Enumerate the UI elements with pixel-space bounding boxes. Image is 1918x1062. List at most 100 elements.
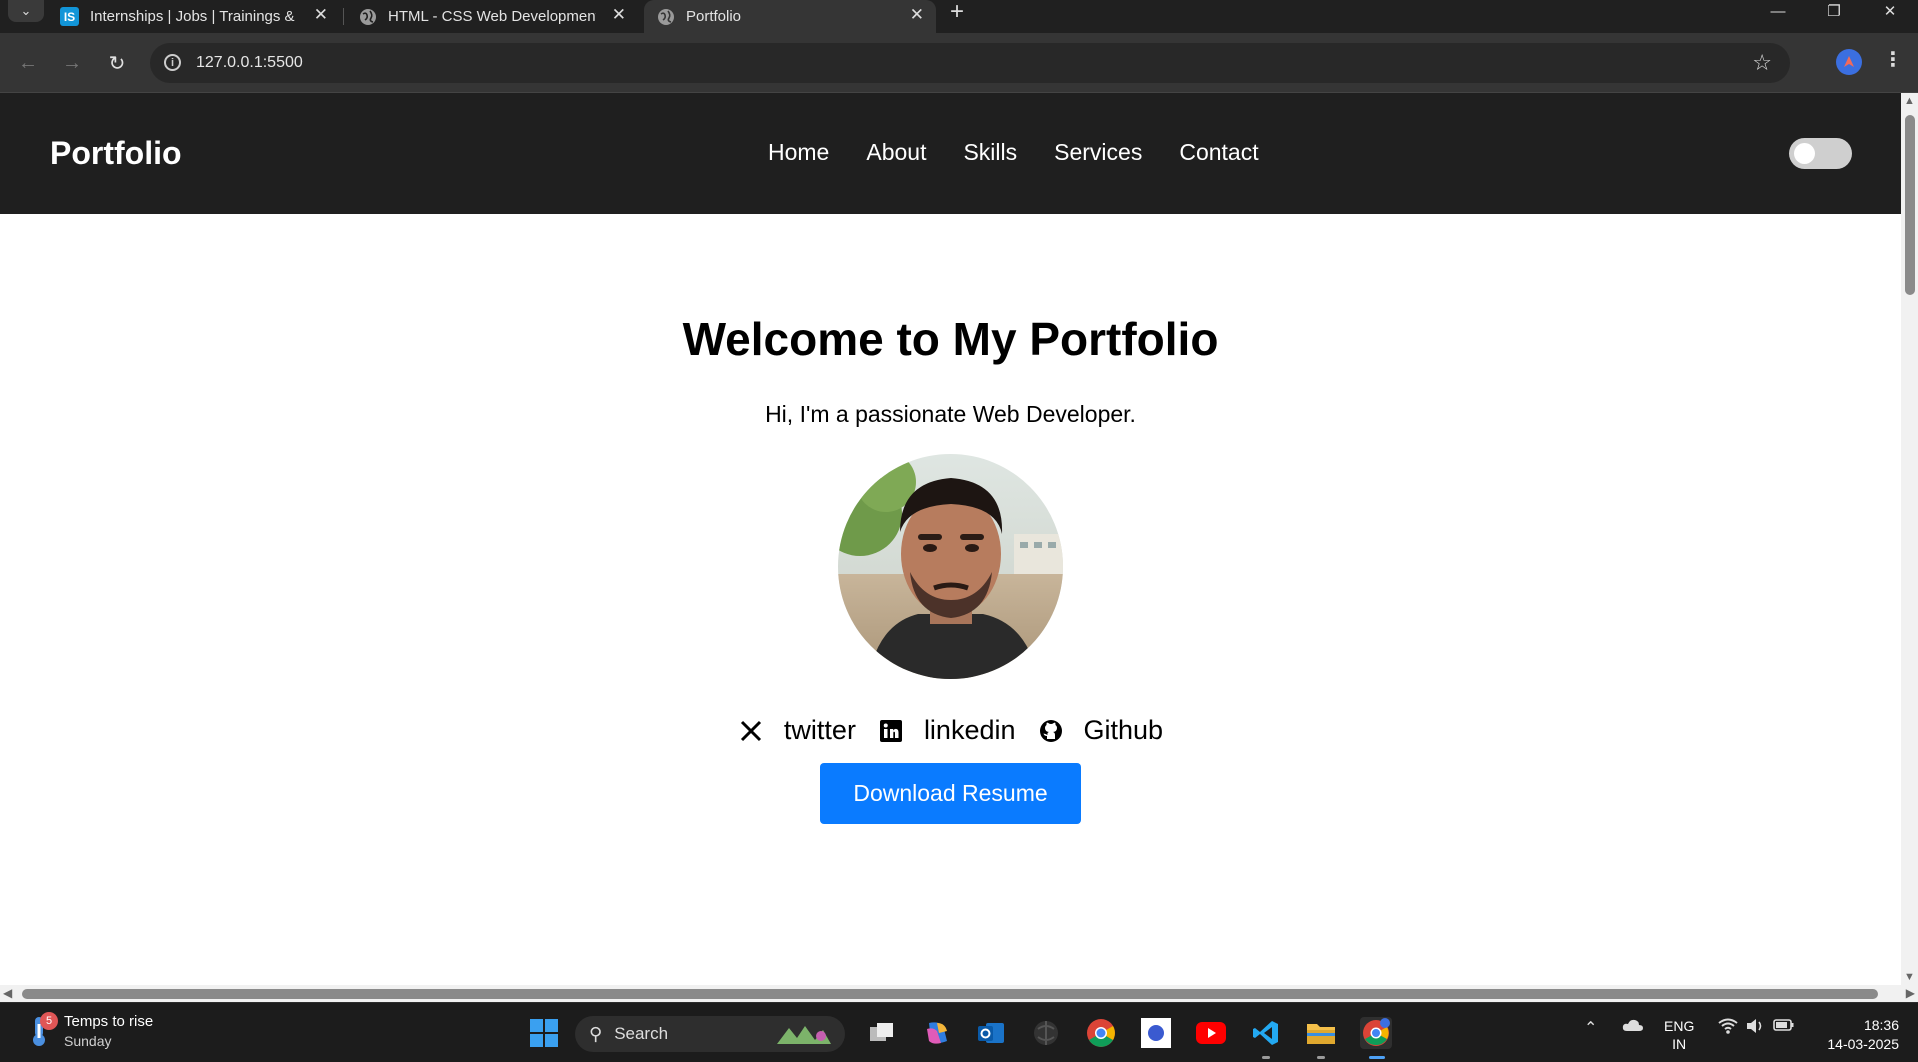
- bookmark-star-icon[interactable]: ☆: [1752, 50, 1772, 76]
- profile-icon: [1844, 56, 1854, 67]
- nav-skills[interactable]: Skills: [963, 139, 1017, 166]
- toggle-knob: [1794, 143, 1815, 164]
- scroll-right-icon[interactable]: ▶: [1906, 986, 1915, 1000]
- url-text[interactable]: 127.0.0.1:5500: [196, 54, 303, 72]
- browser-toolbar: ← → ↻ i 127.0.0.1:5500 ☆ ⋮: [0, 33, 1918, 93]
- nav-home[interactable]: Home: [768, 139, 829, 166]
- system-clock[interactable]: 18:36 14-03-2025: [1815, 1016, 1899, 1054]
- close-tab-icon[interactable]: ✕: [314, 5, 328, 25]
- globe-icon: [358, 7, 377, 26]
- site-logo[interactable]: Portfolio: [50, 135, 182, 172]
- scroll-down-icon[interactable]: ▼: [1904, 971, 1915, 983]
- scroll-thumb[interactable]: [22, 989, 1878, 999]
- address-bar[interactable]: i 127.0.0.1:5500 ☆: [150, 43, 1790, 83]
- copilot-icon[interactable]: [921, 1017, 953, 1049]
- language-line1: ENG: [1664, 1018, 1695, 1034]
- hero-subtitle: Hi, I'm a passionate Web Developer.: [765, 401, 1136, 427]
- nav-about[interactable]: About: [866, 139, 926, 166]
- youtube-icon[interactable]: [1195, 1017, 1227, 1049]
- clock-date: 14-03-2025: [1827, 1036, 1899, 1052]
- task-view-icon[interactable]: [866, 1017, 898, 1049]
- site-header: Portfolio Home About Skills Services Con…: [0, 93, 1901, 214]
- theme-toggle[interactable]: [1789, 138, 1852, 169]
- nav-services[interactable]: Services: [1054, 139, 1142, 166]
- weather-subtitle: Sunday: [64, 1033, 112, 1049]
- browser-tab-internshala[interactable]: IS Internships | Jobs | Trainings & I ✕: [48, 0, 340, 33]
- nav-contact[interactable]: Contact: [1179, 139, 1258, 166]
- github-label: Github: [1083, 715, 1164, 745]
- x-twitter-icon: [738, 718, 764, 744]
- forward-button[interactable]: →: [58, 49, 86, 77]
- search-placeholder: Search: [614, 1024, 669, 1043]
- language-line2: IN: [1672, 1036, 1687, 1052]
- volume-icon[interactable]: [1745, 1018, 1765, 1039]
- linkedin-icon: [878, 718, 904, 744]
- app-icon-white[interactable]: [1140, 1017, 1172, 1049]
- close-tab-icon[interactable]: ✕: [612, 5, 626, 25]
- browser-tab-portfolio[interactable]: Portfolio ✕: [644, 0, 936, 33]
- scroll-up-icon[interactable]: ▲: [1904, 95, 1915, 107]
- reload-button[interactable]: ↻: [103, 49, 131, 77]
- scroll-left-icon[interactable]: ◀: [3, 986, 12, 1000]
- restore-button[interactable]: ❐: [1806, 0, 1862, 22]
- profile-avatar[interactable]: [1836, 49, 1862, 75]
- search-highlight-icon: [775, 1022, 833, 1051]
- tab-separator: [343, 8, 344, 25]
- social-links: twitter linkedin Github: [0, 715, 1901, 746]
- scroll-thumb[interactable]: [1905, 115, 1915, 295]
- hero-title: Welcome to My Portfolio: [682, 313, 1219, 365]
- running-indicator: [1317, 1056, 1325, 1059]
- vertical-scrollbar[interactable]: ▲ ▼: [1901, 93, 1918, 985]
- vscode-icon[interactable]: [1250, 1017, 1282, 1049]
- chrome-icon[interactable]: [1085, 1017, 1117, 1049]
- battery-icon[interactable]: [1773, 1018, 1795, 1037]
- twitter-label: twitter: [783, 715, 856, 745]
- chevron-up-icon[interactable]: ⌃: [1584, 1018, 1597, 1038]
- github-link[interactable]: Github: [1038, 715, 1164, 746]
- taskbar-search[interactable]: ⚲ Search: [575, 1016, 845, 1052]
- running-indicator: [1262, 1056, 1270, 1059]
- site-nav: Home About Skills Services Contact: [768, 139, 1259, 166]
- page-viewport: Portfolio Home About Skills Services Con…: [0, 93, 1901, 985]
- internshala-icon: IS: [60, 7, 79, 26]
- new-tab-button[interactable]: +: [950, 0, 964, 26]
- browser-tab-html-css[interactable]: HTML - CSS Web Development ✕: [346, 0, 638, 33]
- thermometer-icon: 5: [24, 1012, 58, 1048]
- svg-text:IS: IS: [64, 10, 75, 24]
- tab-title: Portfolio: [686, 8, 742, 25]
- tab-search-button[interactable]: ⌄: [8, 0, 44, 22]
- globe-icon: [656, 7, 675, 26]
- windows-taskbar: 5 Temps to rise Sunday ⚲ Search ⌃ ENG IN…: [0, 1002, 1918, 1062]
- file-explorer-icon[interactable]: [1305, 1017, 1337, 1049]
- twitter-link[interactable]: twitter: [738, 715, 856, 746]
- back-button[interactable]: ←: [14, 49, 42, 77]
- chrome-profile-icon[interactable]: [1360, 1017, 1392, 1049]
- weather-badge: 5: [40, 1012, 58, 1030]
- site-info-icon[interactable]: i: [164, 54, 181, 71]
- close-tab-icon[interactable]: ✕: [910, 5, 924, 25]
- weather-title: Temps to rise: [64, 1013, 154, 1030]
- windows-start-icon[interactable]: [528, 1017, 560, 1049]
- clock-time: 18:36: [1863, 1017, 1899, 1033]
- wifi-icon[interactable]: [1718, 1018, 1738, 1039]
- download-resume-button[interactable]: Download Resume: [820, 763, 1081, 824]
- tab-strip: ⌄ IS Internships | Jobs | Trainings & I …: [0, 0, 1918, 33]
- profile-photo: [838, 454, 1063, 679]
- active-indicator: [1369, 1056, 1385, 1059]
- outlook-icon[interactable]: [975, 1017, 1007, 1049]
- minimize-button[interactable]: —: [1750, 0, 1806, 22]
- chevron-down-icon: ⌄: [20, 3, 32, 18]
- github-icon: [1038, 718, 1064, 744]
- horizontal-scrollbar[interactable]: ◀ ▶: [0, 985, 1918, 1002]
- app-icon-dark[interactable]: [1030, 1017, 1062, 1049]
- language-indicator[interactable]: ENG IN: [1664, 1017, 1694, 1053]
- tab-title: Internships | Jobs | Trainings & I: [90, 8, 298, 25]
- onedrive-cloud-icon[interactable]: [1622, 1018, 1644, 1037]
- tab-title: HTML - CSS Web Development: [388, 8, 596, 25]
- linkedin-link[interactable]: linkedin: [878, 715, 1016, 746]
- search-icon: ⚲: [589, 1023, 603, 1044]
- weather-widget[interactable]: 5 Temps to rise Sunday: [24, 1012, 154, 1049]
- linkedin-label: linkedin: [923, 715, 1016, 745]
- browser-menu-icon[interactable]: ⋮: [1883, 47, 1903, 72]
- close-window-button[interactable]: ✕: [1862, 0, 1918, 22]
